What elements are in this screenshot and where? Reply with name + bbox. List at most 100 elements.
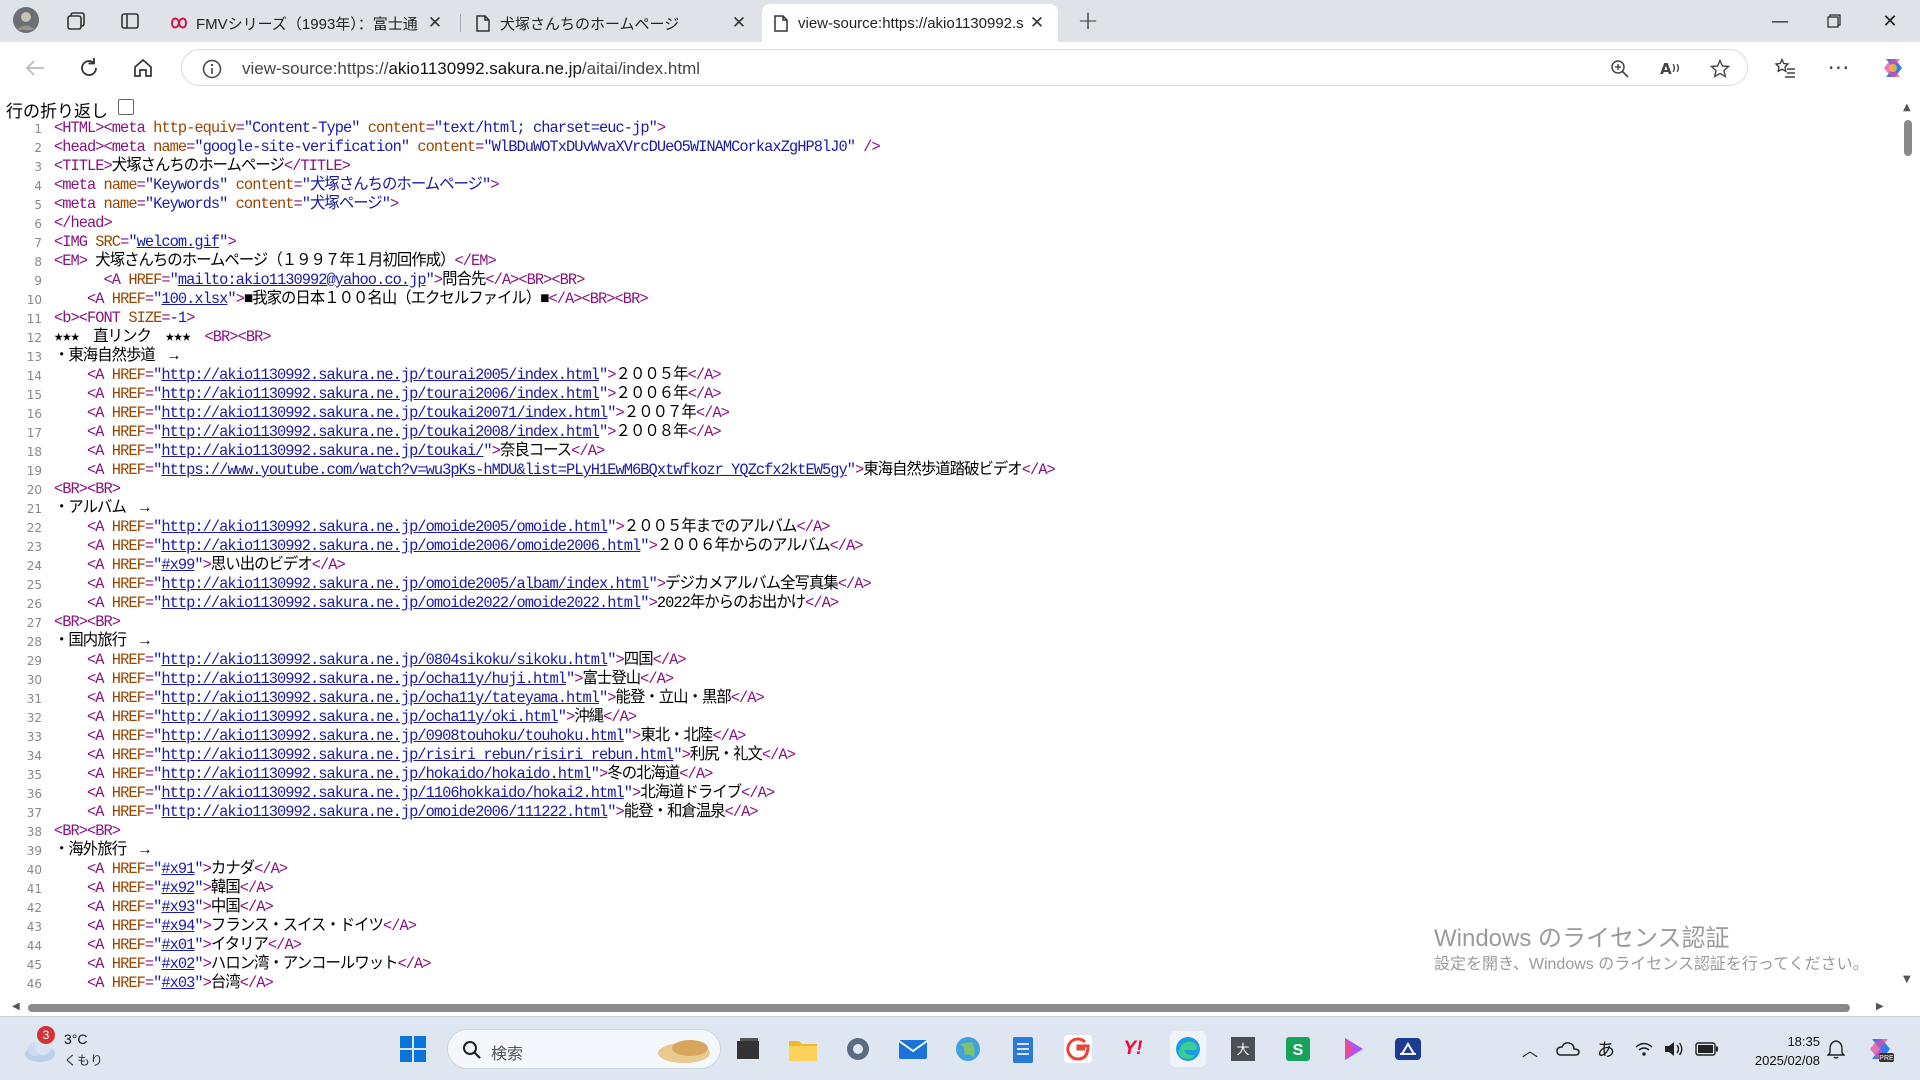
source-link[interactable]: #x93 <box>161 898 195 916</box>
weather-widget[interactable]: 3 3°C くもり <box>20 1026 130 1069</box>
tab-fmv[interactable]: FMVシリーズ（1993年）：富士通 ✕ <box>160 4 456 42</box>
source-text: ・東海自然歩道 → <box>54 347 178 365</box>
onedrive-cloud-icon[interactable] <box>1550 1031 1586 1067</box>
wifi-icon[interactable] <box>1630 1031 1658 1067</box>
line-wrap-checkbox[interactable] <box>118 99 134 115</box>
yahoo-icon[interactable]: Y! <box>1115 1031 1151 1067</box>
workspaces-icon[interactable] <box>60 6 92 36</box>
source-link[interactable]: #x92 <box>161 879 195 897</box>
source-link[interactable]: http://akio1130992.sakura.ne.jp/ocha11y/… <box>161 708 558 726</box>
scroll-down-arrow-icon[interactable]: ▼ <box>1903 974 1911 985</box>
close-tab-icon[interactable]: ✕ <box>424 13 446 33</box>
source-link[interactable]: http://akio1130992.sakura.ne.jp/toukai20… <box>161 423 600 441</box>
source-text <box>54 936 87 954</box>
zoom-icon[interactable] <box>1608 57 1632 81</box>
scroll-left-arrow-icon[interactable]: ◀ <box>12 1001 20 1012</box>
source-link[interactable]: http://akio1130992.sakura.ne.jp/tourai20… <box>161 366 600 384</box>
tab-view-source[interactable]: view-source:https://akio1130992.s ✕ <box>762 4 1058 42</box>
source-link[interactable]: #x02 <box>161 955 195 973</box>
maximize-button[interactable] <box>1806 0 1862 42</box>
line-number: 21 <box>26 502 42 516</box>
media-player-icon[interactable] <box>1335 1031 1371 1067</box>
start-button[interactable] <box>395 1031 431 1067</box>
source-link[interactable]: http://akio1130992.sakura.ne.jp/ocha11y/… <box>161 689 600 707</box>
refresh-button[interactable] <box>72 52 106 84</box>
more-menu-icon[interactable]: ··· <box>1822 52 1856 84</box>
source-text: 沖縄 <box>574 708 604 726</box>
copilot-icon[interactable] <box>1876 52 1910 84</box>
home-button[interactable] <box>126 52 160 84</box>
taskbar-search[interactable]: 検索 <box>447 1029 721 1069</box>
system-clock[interactable]: 18:35 2025/02/08 <box>1738 1032 1820 1070</box>
read-aloud-icon[interactable]: A)) <box>1658 57 1682 81</box>
new-tab-button[interactable]: + <box>1072 6 1104 36</box>
source-link[interactable]: #x91 <box>161 860 195 878</box>
address-bar[interactable]: view-source:https://akio1130992.sakura.n… <box>181 49 1748 86</box>
back-button[interactable] <box>18 52 52 84</box>
source-value: " <box>153 955 162 973</box>
source-code: <BR><BR> <box>54 613 121 632</box>
source-link[interactable]: http://akio1130992.sakura.ne.jp/omoide20… <box>161 537 641 555</box>
task-view-icon[interactable] <box>730 1031 766 1067</box>
tab-inuzuka[interactable]: 犬塚さんちのホームページ ✕ <box>464 4 760 42</box>
snipping-tool-icon[interactable] <box>1390 1031 1426 1067</box>
scroll-right-arrow-icon[interactable]: ▶ <box>1876 1001 1884 1012</box>
favorites-icon[interactable] <box>1768 52 1802 84</box>
source-link[interactable]: #x99 <box>161 556 195 574</box>
source-line: 30 <A HREF="http://akio1130992.sakura.ne… <box>0 670 1890 689</box>
source-link[interactable]: http://akio1130992.sakura.ne.jp/omoide20… <box>161 803 608 821</box>
source-link[interactable]: http://akio1130992.sakura.ne.jp/tourai20… <box>161 385 600 403</box>
close-tab-icon[interactable]: ✕ <box>1026 13 1048 33</box>
scrollbar-thumb[interactable] <box>28 1004 1850 1012</box>
globe-app-icon[interactable] <box>950 1031 986 1067</box>
source-link[interactable]: #x94 <box>161 917 195 935</box>
settings-gear-icon[interactable] <box>840 1031 876 1067</box>
app-icon-dog[interactable]: 大 <box>1225 1031 1261 1067</box>
close-tab-icon[interactable]: ✕ <box>728 13 750 33</box>
source-link[interactable]: welcom.gif <box>137 233 221 251</box>
file-explorer-icon[interactable] <box>785 1031 821 1067</box>
source-link[interactable]: http://akio1130992.sakura.ne.jp/risiri_r… <box>161 746 674 764</box>
volume-icon[interactable] <box>1660 1031 1688 1067</box>
info-icon[interactable] <box>200 57 224 81</box>
source-link[interactable]: http://akio1130992.sakura.ne.jp/ocha11y/… <box>161 670 567 688</box>
source-link[interactable]: http://akio1130992.sakura.ne.jp/omoide20… <box>161 594 641 612</box>
chevron-up-icon[interactable]: ︿ <box>1512 1031 1548 1067</box>
scroll-up-arrow-icon[interactable]: ▲ <box>1903 102 1911 113</box>
google-icon[interactable] <box>1060 1031 1096 1067</box>
source-link[interactable]: 100.xlsx <box>161 290 228 308</box>
source-link[interactable]: http://akio1130992.sakura.ne.jp/1106hokk… <box>161 784 624 802</box>
source-link[interactable]: http://akio1130992.sakura.ne.jp/0804siko… <box>161 651 608 669</box>
source-link[interactable]: #x01 <box>161 936 195 954</box>
source-link[interactable]: http://akio1130992.sakura.ne.jp/0908touh… <box>161 727 624 745</box>
battery-icon[interactable] <box>1692 1031 1722 1067</box>
spreadsheet-icon[interactable]: S <box>1280 1031 1316 1067</box>
profile-avatar[interactable] <box>10 5 42 35</box>
source-tag: </A> <box>805 594 839 612</box>
source-link[interactable]: http://akio1130992.sakura.ne.jp/toukai20… <box>161 404 608 422</box>
source-link[interactable]: http://akio1130992.sakura.ne.jp/omoide20… <box>161 575 649 593</box>
url-text[interactable]: view-source:https://akio1130992.sakura.n… <box>242 59 700 79</box>
horizontal-scrollbar[interactable]: ◀ ▶ <box>0 999 1898 1016</box>
scrollbar-thumb[interactable] <box>1904 120 1912 156</box>
source-link[interactable]: mailto:akio1130992@yahoo.co.jp <box>178 271 427 289</box>
edge-browser-icon[interactable] <box>1170 1031 1206 1067</box>
notepad-icon[interactable] <box>1005 1031 1041 1067</box>
vertical-tabs-icon[interactable] <box>114 6 146 36</box>
source-link[interactable]: http://akio1130992.sakura.ne.jp/toukai/ <box>161 442 484 460</box>
source-link[interactable]: http://akio1130992.sakura.ne.jp/hokaido/… <box>161 765 591 783</box>
notification-bell-icon[interactable] <box>1818 1031 1854 1067</box>
source-link[interactable]: http://akio1130992.sakura.ne.jp/omoide20… <box>161 518 608 536</box>
source-tag: = <box>144 898 154 916</box>
source-link[interactable]: https://www.youtube.com/watch?v=wu3pKs-h… <box>161 461 847 479</box>
favorite-star-icon[interactable] <box>1708 57 1732 81</box>
mail-icon[interactable] <box>895 1031 931 1067</box>
source-line: 40 <A HREF="#x91">カナダ</A> <box>0 860 1890 879</box>
close-window-button[interactable]: ✕ <box>1862 0 1918 42</box>
ime-indicator[interactable]: あ <box>1588 1031 1624 1067</box>
source-code: <A HREF="http://akio1130992.sakura.ne.jp… <box>54 708 637 727</box>
source-link[interactable]: #x03 <box>161 974 195 992</box>
minimize-button[interactable]: — <box>1752 0 1808 42</box>
vertical-scrollbar[interactable]: ▲ ▼ <box>1898 100 1920 999</box>
copilot-taskbar-icon[interactable]: PRE <box>1862 1031 1898 1067</box>
